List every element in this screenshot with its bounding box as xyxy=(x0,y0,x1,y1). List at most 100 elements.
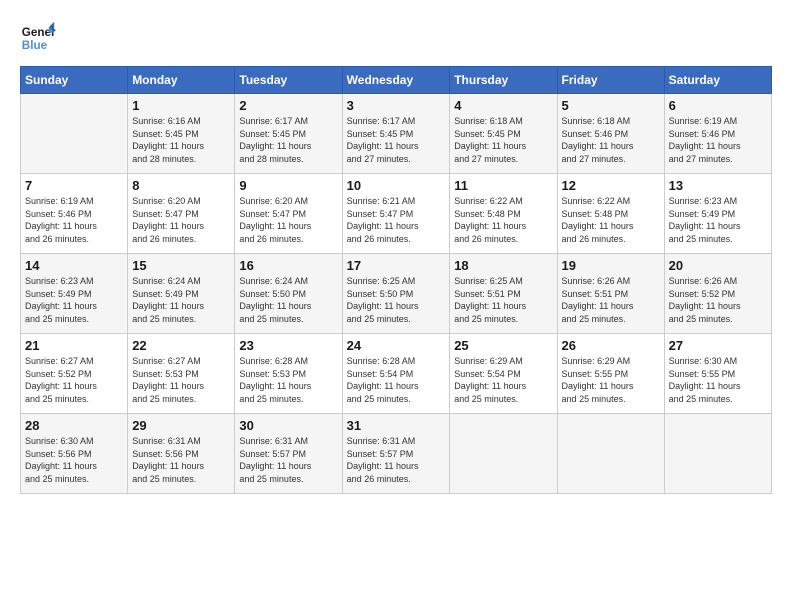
day-info: Sunrise: 6:21 AM Sunset: 5:47 PM Dayligh… xyxy=(347,195,446,245)
day-info: Sunrise: 6:22 AM Sunset: 5:48 PM Dayligh… xyxy=(454,195,552,245)
calendar-header-wednesday: Wednesday xyxy=(342,67,450,94)
day-number: 26 xyxy=(562,338,660,353)
calendar-cell: 10 Sunrise: 6:21 AM Sunset: 5:47 PM Dayli… xyxy=(342,174,450,254)
calendar-week-row: 1 Sunrise: 6:16 AM Sunset: 5:45 PM Daylig… xyxy=(21,94,772,174)
day-number: 23 xyxy=(239,338,337,353)
calendar-cell: 23 Sunrise: 6:28 AM Sunset: 5:53 PM Dayli… xyxy=(235,334,342,414)
calendar-cell: 9 Sunrise: 6:20 AM Sunset: 5:47 PM Daylig… xyxy=(235,174,342,254)
day-number: 16 xyxy=(239,258,337,273)
day-number: 4 xyxy=(454,98,552,113)
day-info: Sunrise: 6:31 AM Sunset: 5:56 PM Dayligh… xyxy=(132,435,230,485)
day-info: Sunrise: 6:19 AM Sunset: 5:46 PM Dayligh… xyxy=(669,115,767,165)
day-number: 18 xyxy=(454,258,552,273)
calendar-cell: 20 Sunrise: 6:26 AM Sunset: 5:52 PM Dayli… xyxy=(664,254,771,334)
day-info: Sunrise: 6:29 AM Sunset: 5:54 PM Dayligh… xyxy=(454,355,552,405)
day-info: Sunrise: 6:22 AM Sunset: 5:48 PM Dayligh… xyxy=(562,195,660,245)
day-info: Sunrise: 6:26 AM Sunset: 5:52 PM Dayligh… xyxy=(669,275,767,325)
day-info: Sunrise: 6:19 AM Sunset: 5:46 PM Dayligh… xyxy=(25,195,123,245)
calendar-cell: 3 Sunrise: 6:17 AM Sunset: 5:45 PM Daylig… xyxy=(342,94,450,174)
calendar-body: 1 Sunrise: 6:16 AM Sunset: 5:45 PM Daylig… xyxy=(21,94,772,494)
day-info: Sunrise: 6:24 AM Sunset: 5:49 PM Dayligh… xyxy=(132,275,230,325)
day-number: 27 xyxy=(669,338,767,353)
calendar-cell: 18 Sunrise: 6:25 AM Sunset: 5:51 PM Dayli… xyxy=(450,254,557,334)
day-number: 19 xyxy=(562,258,660,273)
day-number: 9 xyxy=(239,178,337,193)
day-number: 20 xyxy=(669,258,767,273)
calendar-cell: 22 Sunrise: 6:27 AM Sunset: 5:53 PM Dayli… xyxy=(128,334,235,414)
logo: General Blue xyxy=(20,20,56,56)
calendar-cell: 29Sunrise: 6:31 AM Sunset: 5:56 PM Dayli… xyxy=(128,414,235,494)
day-info: Sunrise: 6:28 AM Sunset: 5:54 PM Dayligh… xyxy=(347,355,446,405)
day-info: Sunrise: 6:31 AM Sunset: 5:57 PM Dayligh… xyxy=(347,435,446,485)
day-number: 2 xyxy=(239,98,337,113)
day-number: 14 xyxy=(25,258,123,273)
day-info: Sunrise: 6:27 AM Sunset: 5:53 PM Dayligh… xyxy=(132,355,230,405)
day-number: 30 xyxy=(239,418,337,433)
day-info: Sunrise: 6:23 AM Sunset: 5:49 PM Dayligh… xyxy=(25,275,123,325)
day-info: Sunrise: 6:26 AM Sunset: 5:51 PM Dayligh… xyxy=(562,275,660,325)
calendar-cell: 25 Sunrise: 6:29 AM Sunset: 5:54 PM Dayli… xyxy=(450,334,557,414)
day-number: 3 xyxy=(347,98,446,113)
day-info: Sunrise: 6:20 AM Sunset: 5:47 PM Dayligh… xyxy=(239,195,337,245)
calendar-cell: 26 Sunrise: 6:29 AM Sunset: 5:55 PM Dayli… xyxy=(557,334,664,414)
day-number: 15 xyxy=(132,258,230,273)
calendar-cell: 8 Sunrise: 6:20 AM Sunset: 5:47 PM Daylig… xyxy=(128,174,235,254)
day-number: 13 xyxy=(669,178,767,193)
calendar-cell: 30 Sunrise: 6:31 AM Sunset: 5:57 PM Dayli… xyxy=(235,414,342,494)
calendar-cell: 5 Sunrise: 6:18 AM Sunset: 5:46 PM Daylig… xyxy=(557,94,664,174)
day-number: 12 xyxy=(562,178,660,193)
day-info: Sunrise: 6:17 AM Sunset: 5:45 PM Dayligh… xyxy=(347,115,446,165)
calendar-cell: 24Sunrise: 6:28 AM Sunset: 5:54 PM Dayli… xyxy=(342,334,450,414)
calendar-cell: 2Sunrise: 6:17 AM Sunset: 5:45 PM Daylig… xyxy=(235,94,342,174)
day-number: 8 xyxy=(132,178,230,193)
day-info: Sunrise: 6:18 AM Sunset: 5:45 PM Dayligh… xyxy=(454,115,552,165)
calendar-week-row: 21Sunrise: 6:27 AM Sunset: 5:52 PM Dayli… xyxy=(21,334,772,414)
day-number: 5 xyxy=(562,98,660,113)
calendar-cell: 17 Sunrise: 6:25 AM Sunset: 5:50 PM Dayli… xyxy=(342,254,450,334)
day-info: Sunrise: 6:20 AM Sunset: 5:47 PM Dayligh… xyxy=(132,195,230,245)
page-header: General Blue xyxy=(20,20,772,56)
calendar-cell: 14 Sunrise: 6:23 AM Sunset: 5:49 PM Dayli… xyxy=(21,254,128,334)
svg-text:Blue: Blue xyxy=(22,39,48,52)
logo-icon: General Blue xyxy=(20,20,56,56)
day-number: 10 xyxy=(347,178,446,193)
calendar-header-tuesday: Tuesday xyxy=(235,67,342,94)
calendar-header-row: SundayMondayTuesdayWednesdayThursdayFrid… xyxy=(21,67,772,94)
calendar-cell: 15 Sunrise: 6:24 AM Sunset: 5:49 PM Dayli… xyxy=(128,254,235,334)
day-info: Sunrise: 6:25 AM Sunset: 5:51 PM Dayligh… xyxy=(454,275,552,325)
day-number: 6 xyxy=(669,98,767,113)
calendar-header-sunday: Sunday xyxy=(21,67,128,94)
day-info: Sunrise: 6:25 AM Sunset: 5:50 PM Dayligh… xyxy=(347,275,446,325)
calendar-cell: 19 Sunrise: 6:26 AM Sunset: 5:51 PM Dayli… xyxy=(557,254,664,334)
calendar-cell: 28 Sunrise: 6:30 AM Sunset: 5:56 PM Dayli… xyxy=(21,414,128,494)
calendar-cell: 21Sunrise: 6:27 AM Sunset: 5:52 PM Dayli… xyxy=(21,334,128,414)
calendar-header-thursday: Thursday xyxy=(450,67,557,94)
day-number: 17 xyxy=(347,258,446,273)
day-info: Sunrise: 6:16 AM Sunset: 5:45 PM Dayligh… xyxy=(132,115,230,165)
calendar-week-row: 7 Sunrise: 6:19 AM Sunset: 5:46 PM Daylig… xyxy=(21,174,772,254)
day-number: 7 xyxy=(25,178,123,193)
day-info: Sunrise: 6:30 AM Sunset: 5:55 PM Dayligh… xyxy=(669,355,767,405)
calendar-cell: 4 Sunrise: 6:18 AM Sunset: 5:45 PM Daylig… xyxy=(450,94,557,174)
calendar-cell xyxy=(664,414,771,494)
calendar-cell: 12 Sunrise: 6:22 AM Sunset: 5:48 PM Dayli… xyxy=(557,174,664,254)
day-info: Sunrise: 6:31 AM Sunset: 5:57 PM Dayligh… xyxy=(239,435,337,485)
day-number: 25 xyxy=(454,338,552,353)
day-info: Sunrise: 6:30 AM Sunset: 5:56 PM Dayligh… xyxy=(25,435,123,485)
day-info: Sunrise: 6:23 AM Sunset: 5:49 PM Dayligh… xyxy=(669,195,767,245)
calendar-cell xyxy=(21,94,128,174)
calendar-table: SundayMondayTuesdayWednesdayThursdayFrid… xyxy=(20,66,772,494)
day-info: Sunrise: 6:29 AM Sunset: 5:55 PM Dayligh… xyxy=(562,355,660,405)
day-number: 28 xyxy=(25,418,123,433)
day-info: Sunrise: 6:18 AM Sunset: 5:46 PM Dayligh… xyxy=(562,115,660,165)
calendar-cell: 11Sunrise: 6:22 AM Sunset: 5:48 PM Dayli… xyxy=(450,174,557,254)
calendar-cell: 27 Sunrise: 6:30 AM Sunset: 5:55 PM Dayli… xyxy=(664,334,771,414)
day-number: 31 xyxy=(347,418,446,433)
calendar-cell: 31 Sunrise: 6:31 AM Sunset: 5:57 PM Dayli… xyxy=(342,414,450,494)
day-number: 1 xyxy=(132,98,230,113)
calendar-header-friday: Friday xyxy=(557,67,664,94)
calendar-cell xyxy=(557,414,664,494)
calendar-week-row: 28 Sunrise: 6:30 AM Sunset: 5:56 PM Dayli… xyxy=(21,414,772,494)
day-info: Sunrise: 6:28 AM Sunset: 5:53 PM Dayligh… xyxy=(239,355,337,405)
day-number: 22 xyxy=(132,338,230,353)
